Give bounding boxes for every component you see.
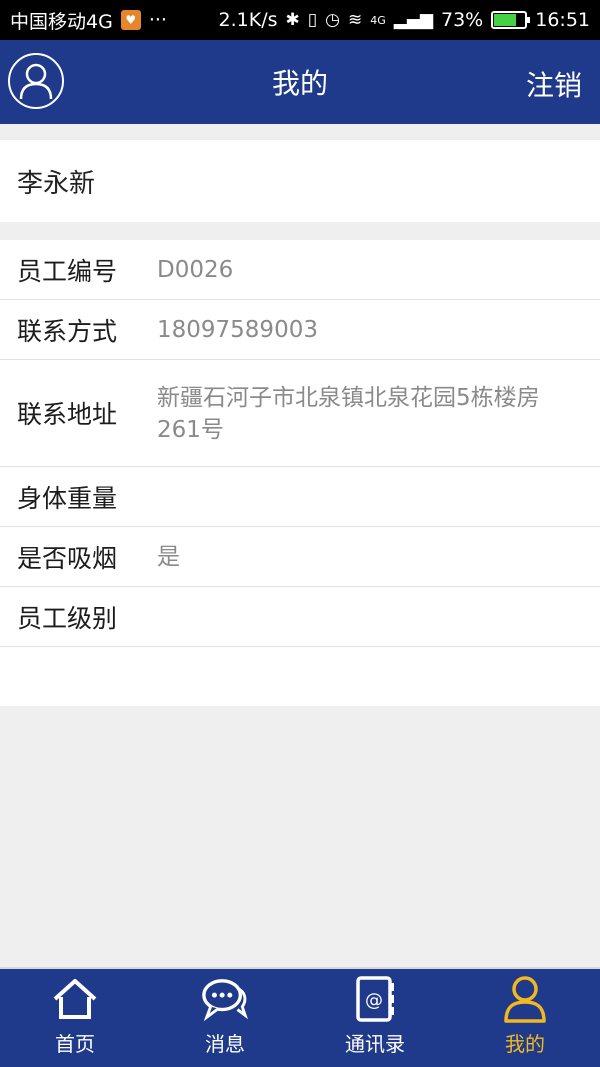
info-row-employee-id: 员工编号 D0026: [0, 240, 600, 300]
contacts-icon: @: [351, 974, 399, 1024]
info-label: 员工级别: [17, 603, 118, 633]
carrier-text: 中国移动4G: [10, 10, 113, 33]
nav-label: 首页: [55, 1032, 95, 1056]
user-icon: [501, 974, 549, 1024]
info-label: 员工编号: [17, 256, 118, 286]
info-value: 18097589003: [157, 316, 318, 343]
info-label: 是否吸烟: [17, 543, 118, 573]
notification-app-icon: ♥: [120, 10, 141, 30]
signal-icon: ▂▄▆: [393, 10, 433, 30]
profile-name: 李永新: [17, 168, 96, 199]
svg-text:@: @: [365, 990, 383, 1011]
home-icon: [51, 974, 99, 1024]
info-label: 身体重量: [17, 483, 118, 513]
chat-icon: [201, 974, 249, 1024]
alarm-icon: ◷: [325, 10, 340, 30]
page-title: 我的: [271, 67, 328, 100]
info-value: 是: [157, 543, 180, 570]
app-header: 我的 注销: [0, 40, 600, 124]
info-row-weight: 身体重量: [0, 467, 600, 527]
info-row-address: 联系地址 新疆石河子市北泉镇北泉花园5栋楼房261号: [0, 360, 600, 467]
info-row-phone: 联系方式 18097589003: [0, 300, 600, 360]
info-row-level: 员工级别: [0, 587, 600, 647]
bluetooth-icon: ✱: [285, 10, 300, 30]
info-value: 新疆石河子市北泉镇北泉花园5栋楼房261号: [157, 385, 540, 443]
vibrate-icon: ▯: [307, 10, 318, 30]
nav-label: 消息: [205, 1032, 245, 1056]
bottom-navigation: 首页 消息 @ 通讯录 我的: [0, 967, 600, 1067]
info-label: 联系地址: [17, 400, 118, 429]
info-label: 联系方式: [17, 316, 118, 346]
battery-icon: [491, 11, 531, 29]
nav-tab-home[interactable]: 首页: [0, 969, 150, 1067]
user-avatar-icon[interactable]: [8, 53, 64, 109]
info-row-smoking: 是否吸烟 是: [0, 527, 600, 587]
nav-label: 通讯录: [345, 1032, 405, 1056]
clock: 16:51: [535, 9, 590, 31]
profile-info-list: 员工编号 D0026 联系方式 18097589003 联系地址 新疆石河子市北…: [0, 240, 600, 706]
logout-button[interactable]: 注销: [526, 64, 582, 104]
profile-name-card: 李永新: [0, 140, 600, 222]
wifi-icon: ≋: [347, 10, 363, 30]
network-speed: 2.1K/s: [218, 9, 278, 31]
network-type: 4G: [370, 13, 386, 27]
battery-percent: 73%: [441, 9, 484, 31]
nav-tab-mine[interactable]: 我的: [450, 969, 600, 1067]
status-bar: 中国移动4G ♥ ··· 2.1K/s ✱ ▯ ◷ ≋ 4G ▂▄▆ 73% 1…: [0, 0, 600, 40]
info-value: D0026: [157, 256, 234, 283]
nav-tab-contacts[interactable]: @ 通讯录: [300, 969, 450, 1067]
nav-tab-messages[interactable]: 消息: [150, 969, 300, 1067]
nav-label: 我的: [505, 1032, 545, 1056]
more-notifications: ···: [148, 9, 167, 31]
